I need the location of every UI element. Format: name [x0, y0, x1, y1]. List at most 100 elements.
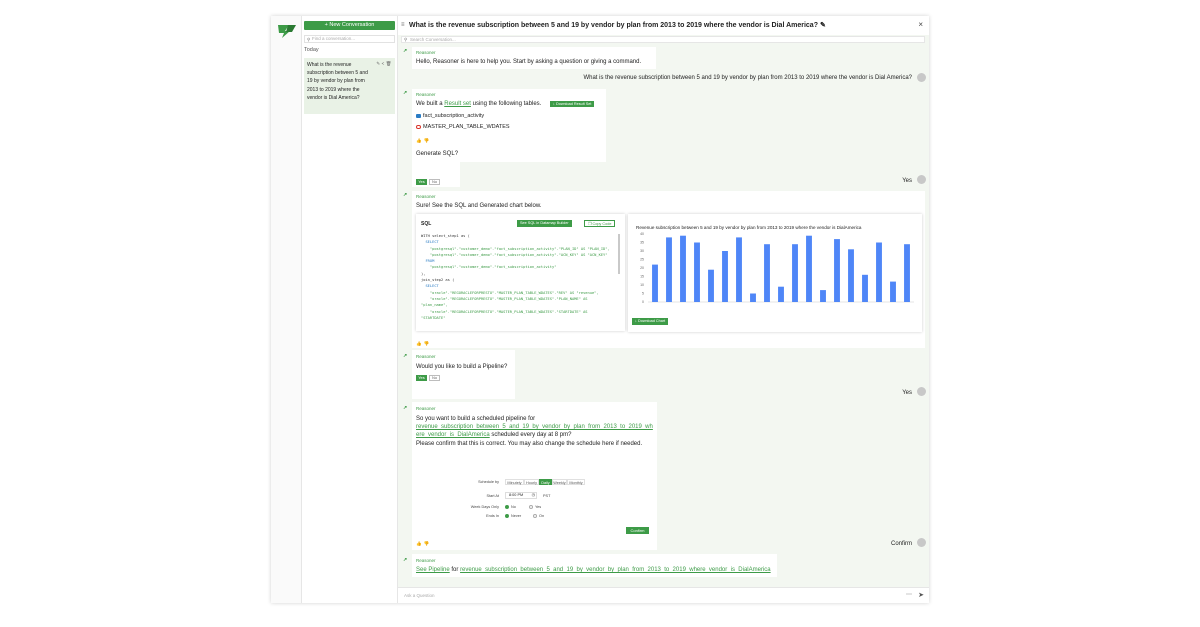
close-icon[interactable]: ×: [918, 20, 923, 29]
pipeline-name-link[interactable]: revenue_subscription_between_5_and_19_by…: [460, 567, 771, 573]
chart-bar[interactable]: [778, 286, 784, 302]
y-tick-label: 30: [640, 249, 644, 253]
thumbs-up-icon[interactable]: 👍: [416, 138, 424, 143]
feedback-icons: 👍👎: [416, 341, 431, 347]
schedule-by-segmented: Minutely Hourly Daily Weekly Monthly: [505, 479, 595, 485]
thumbs-up-icon[interactable]: 👍: [416, 341, 424, 346]
download-result-set-label: Download Result Set: [555, 102, 592, 106]
find-conversation-input[interactable]: ⚲ Find a conversation...: [304, 35, 395, 43]
conversation-group-label: Today: [304, 47, 319, 53]
table-item: fact_subscription_activity: [416, 113, 484, 119]
bot-name: Reasoner: [416, 92, 436, 97]
schedule-option-daily[interactable]: Daily: [539, 479, 552, 485]
feedback-icons: 👍👎: [416, 138, 431, 144]
y-tick-label: 15: [640, 275, 644, 279]
download-chart-button[interactable]: ↓ Download Chart: [632, 318, 669, 325]
table-name: MASTER_PLAN_TABLE_WDATES: [423, 124, 510, 130]
download-chart-label: Download Chart: [637, 319, 666, 323]
bot-message-result-set: Reasoner We built a Result set using the…: [412, 89, 606, 162]
chart-bar[interactable]: [736, 237, 742, 302]
yes-button[interactable]: Yes: [416, 375, 427, 381]
radio-selected-icon: [505, 505, 509, 509]
generate-sql-text: Generate SQL?: [416, 151, 459, 157]
chart-bar[interactable]: [652, 264, 658, 302]
thumbs-down-icon[interactable]: 👎: [424, 341, 432, 346]
question-input-bar: Ask a Question ⋯ ➤: [398, 587, 929, 603]
user-confirm-text: Confirm: [890, 541, 912, 547]
thumbs-up-icon[interactable]: 👍: [416, 541, 424, 546]
user-question-text: What is the revenue subscription between…: [583, 75, 912, 81]
ends-never-radio[interactable]: Never: [505, 514, 521, 518]
bot-message-schedule: Reasoner So you want to build a schedule…: [412, 402, 657, 550]
chart-bar[interactable]: [848, 249, 854, 302]
chart-bar[interactable]: [694, 242, 700, 303]
chart-bar[interactable]: [834, 239, 840, 302]
weekdays-no-radio[interactable]: No: [505, 505, 516, 509]
see-sql-builder-button[interactable]: See SQL in Datamap Builder: [517, 220, 572, 227]
chart-bar[interactable]: [820, 290, 826, 302]
thumbs-down-icon[interactable]: 👎: [424, 541, 432, 546]
chart-bar[interactable]: [680, 235, 686, 302]
see-pipeline-link[interactable]: See Pipeline: [416, 567, 450, 573]
schedule-suffix: scheduled every day at 8 pm?: [491, 432, 572, 439]
edit-title-icon[interactable]: ✎: [820, 22, 826, 29]
copy-code-button[interactable]: ❐ Copy Code: [584, 220, 616, 227]
new-conversation-button[interactable]: + New Conversation: [304, 21, 395, 30]
chart-bar[interactable]: [722, 251, 728, 302]
reasoner-avatar-icon: ↗: [403, 90, 408, 96]
send-icon[interactable]: ➤: [918, 591, 924, 599]
bot-message-sql-chart: Reasoner Sure! See the SQL and Generated…: [412, 191, 925, 348]
result-set-link[interactable]: Result set: [444, 101, 471, 107]
sql-line: "postgresql"."customer_demo"."fact_subsc…: [421, 252, 608, 257]
sql-intro-text: Sure! See the SQL and Generated chart be…: [416, 203, 542, 209]
chart-bar[interactable]: [876, 242, 882, 303]
bot-message-see-pipeline: Reasoner See Pipeline for revenue_subscr…: [412, 554, 777, 577]
schedule-option-hourly[interactable]: Hourly: [524, 479, 539, 485]
pipeline-question-text: Would you like to build a Pipeline?: [416, 364, 508, 370]
weekdays-yes-radio[interactable]: Yes: [529, 505, 541, 509]
result-set-suffix: using the following tables.: [472, 101, 542, 107]
left-rail: [271, 16, 302, 603]
confirm-schedule-button[interactable]: Confirm: [626, 527, 649, 534]
chart-bar[interactable]: [666, 237, 672, 302]
no-button[interactable]: No: [429, 179, 440, 185]
start-at-input[interactable]: 8:00 PM ◷: [505, 492, 537, 499]
y-tick-label: 25: [640, 258, 644, 262]
reasoner-avatar-icon: ↗: [403, 48, 408, 54]
see-pipeline-text: See Pipeline for revenue_subscription_be…: [416, 567, 771, 573]
user-yes-text: Yes: [902, 390, 912, 396]
chart-bar[interactable]: [806, 235, 812, 302]
ends-on-radio[interactable]: On: [533, 514, 544, 518]
no-button[interactable]: No: [429, 375, 440, 381]
welcome-text: Hello, Reasoner is here to help you. Sta…: [416, 59, 642, 65]
thumbs-down-icon[interactable]: 👎: [424, 138, 432, 143]
schedule-option-minutely[interactable]: Minutely: [505, 479, 524, 485]
radio-selected-icon: [505, 514, 509, 518]
delete-icon[interactable]: 🗑: [386, 61, 393, 66]
chat-title: What is the revenue subscription between…: [409, 21, 826, 29]
yes-button[interactable]: Yes: [416, 179, 427, 185]
sql-code-block[interactable]: WITH select_step1 as ( SELECT "postgresq…: [421, 233, 620, 326]
schedule-option-weekly[interactable]: Weekly: [552, 479, 567, 485]
chart-bar[interactable]: [708, 269, 714, 302]
schedule-option-monthly[interactable]: Monthly: [567, 479, 585, 485]
chart-bar[interactable]: [890, 281, 896, 302]
chart-bar[interactable]: [792, 244, 798, 302]
search-icon: ⚲: [404, 37, 408, 42]
menu-icon[interactable]: ≡: [401, 22, 405, 28]
table-name: fact_subscription_activity: [423, 113, 485, 119]
question-input[interactable]: Ask a Question: [404, 593, 435, 598]
more-icon[interactable]: ⋯: [906, 591, 912, 598]
conversation-item[interactable]: What is the revenue subscription between…: [304, 58, 395, 114]
search-conversation-input[interactable]: ⚲ Search Conversation...: [401, 36, 925, 43]
chart-bar[interactable]: [750, 293, 756, 303]
download-result-set-button[interactable]: ↓ Download Result Set: [550, 101, 595, 107]
postgres-icon: [416, 113, 421, 118]
radio-icon: [529, 505, 533, 509]
oracle-icon: [416, 124, 421, 129]
sql-scrollbar[interactable]: [618, 234, 620, 274]
chart-bar[interactable]: [764, 244, 770, 302]
ends-never-label: Never: [511, 514, 522, 518]
chart-bar[interactable]: [904, 244, 910, 302]
chart-bar[interactable]: [862, 274, 868, 302]
